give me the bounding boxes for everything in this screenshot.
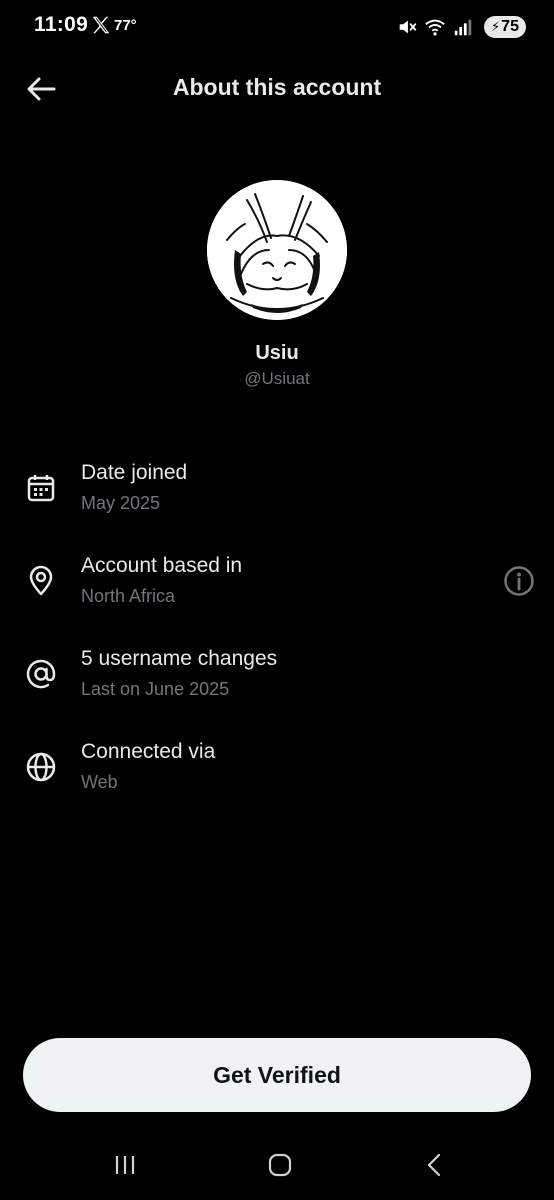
battery-icon: ⚡ 75 <box>484 16 526 38</box>
display-name: Usiu <box>255 342 299 364</box>
calendar-icon <box>27 475 55 502</box>
get-verified-button[interactable]: Get Verified <box>23 1038 531 1112</box>
nav-back-icon[interactable] <box>418 1150 452 1180</box>
page-title: About this account <box>172 74 382 100</box>
avatar[interactable] <box>207 180 347 320</box>
account-info-list: Date joined May 2025 Account based in No… <box>0 455 554 827</box>
at-sign-icon <box>26 659 56 689</box>
info-title: 5 username changes <box>81 647 278 670</box>
info-subtitle: Web <box>81 772 118 792</box>
list-item-username-changes: 5 username changes Last on June 2025 <box>0 641 554 734</box>
list-item-account-based-in: Account based in North Africa <box>0 548 554 641</box>
recent-apps-icon[interactable] <box>108 1150 142 1180</box>
list-item-connected-via: Connected via Web <box>0 734 554 827</box>
header: About this account <box>0 60 554 116</box>
x-logo-icon <box>92 16 110 34</box>
info-circle-icon[interactable] <box>502 564 536 598</box>
info-title: Connected via <box>81 740 216 763</box>
username-handle: @Usiuat <box>244 369 310 388</box>
info-subtitle: North Africa <box>81 586 176 606</box>
charging-bolt-icon: ⚡ <box>491 19 501 34</box>
sketch-avatar-image <box>207 180 347 320</box>
status-temperature: 77° <box>114 17 137 34</box>
signal-icon <box>454 19 472 36</box>
info-subtitle: Last on June 2025 <box>81 679 230 699</box>
mute-icon <box>399 20 417 34</box>
status-time: 11:09 <box>34 13 89 36</box>
battery-level: 75 <box>501 18 519 35</box>
status-icons: ⚡ 75 <box>396 14 526 40</box>
location-pin-icon <box>29 565 53 596</box>
info-subtitle: May 2025 <box>81 493 161 513</box>
system-nav-bar <box>0 1140 554 1190</box>
info-title: Date joined <box>81 461 188 484</box>
globe-icon <box>26 752 56 782</box>
wifi-icon <box>425 19 445 36</box>
info-title: Account based in <box>81 554 243 577</box>
home-icon[interactable] <box>263 1150 297 1180</box>
list-item-date-joined: Date joined May 2025 <box>0 455 554 548</box>
status-bar: 11:09 77° ⚡ 75 <box>0 0 554 52</box>
